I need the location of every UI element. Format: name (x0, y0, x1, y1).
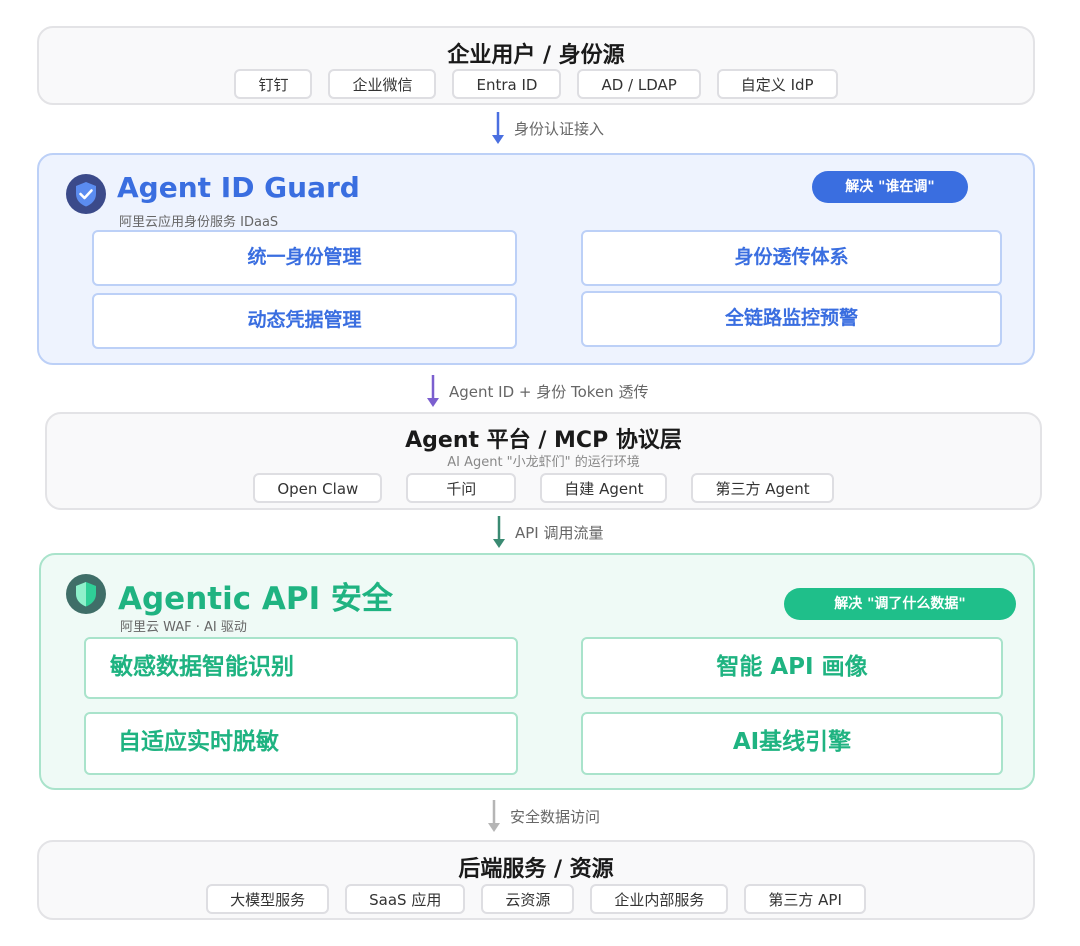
feature-unified-identity: 统一身份管理 (92, 230, 517, 286)
connector-token-label: Agent ID + 身份 Token 透传 (449, 382, 649, 401)
feature-sensitive-data-detection: 敏感数据智能识别 (84, 637, 518, 699)
feature-full-chain-monitoring: 全链路监控预警 (581, 291, 1002, 347)
agent-id-guard-title: Agent ID Guard (117, 171, 360, 204)
chip-saas-app: SaaS 应用 (345, 884, 466, 914)
feature-smart-api-profile: 智能 API 画像 (581, 637, 1003, 699)
connector-secure-access: 安全数据访问 (486, 799, 600, 833)
agentic-api-security-title: Agentic API 安全 (118, 581, 393, 617)
chip-llm-service: 大模型服务 (206, 884, 330, 914)
agentic-api-security-subtitle: 阿里云 WAF · AI 驱动 (120, 620, 247, 635)
chip-open-claw: Open Claw (253, 473, 383, 503)
arrow-down-icon (493, 516, 505, 548)
chip-entra-id: Entra ID (452, 69, 562, 99)
feature-adaptive-masking: 自适应实时脱敏 (84, 712, 518, 775)
agent-id-guard-panel: Agent ID Guard 阿里云应用身份服务 IDaaS 解决 "谁在调" … (37, 153, 1035, 365)
chip-wecom: 企业微信 (328, 69, 437, 99)
chip-third-party-api: 第三方 API (744, 884, 866, 914)
chip-third-party-agent: 第三方 Agent (691, 473, 834, 503)
feature-dynamic-credentials: 动态凭据管理 (92, 293, 517, 349)
backend-services-title: 后端服务 / 资源 (458, 857, 614, 882)
chip-self-built-agent: 自建 Agent (540, 473, 668, 503)
backend-services-panel: 后端服务 / 资源 大模型服务 SaaS 应用 云资源 企业内部服务 第三方 A… (37, 840, 1035, 920)
arrow-down-icon (492, 112, 504, 144)
api-security-badge: 解决 "调了什么数据" (784, 588, 1016, 620)
feature-identity-passthrough: 身份透传体系 (581, 230, 1002, 286)
chip-qianwen: 千问 (406, 473, 517, 503)
chip-ad-ldap: AD / LDAP (577, 69, 701, 99)
guard-badge: 解决 "谁在调" (812, 171, 968, 203)
arrow-down-icon (488, 800, 500, 832)
agent-platform-title: Agent 平台 / MCP 协议层 (405, 428, 682, 453)
arrow-down-icon (427, 375, 439, 407)
agent-platform-subtitle: AI Agent "小龙虾们" 的运行环境 (447, 455, 640, 470)
agent-id-guard-subtitle: 阿里云应用身份服务 IDaaS (119, 215, 279, 230)
identity-source-panel: 企业用户 / 身份源 钉钉 企业微信 Entra ID AD / LDAP 自定… (37, 26, 1035, 105)
agent-platform-panel: Agent 平台 / MCP 协议层 AI Agent "小龙虾们" 的运行环境… (45, 412, 1042, 510)
shield-half-icon (66, 574, 106, 614)
connector-auth: 身份认证接入 (490, 111, 604, 145)
connector-auth-label: 身份认证接入 (514, 119, 605, 138)
chip-dingtalk: 钉钉 (234, 69, 313, 99)
connector-token: Agent ID + 身份 Token 透传 (425, 374, 648, 408)
feature-ai-baseline-engine: AI基线引擎 (581, 712, 1003, 775)
connector-secure-access-label: 安全数据访问 (510, 807, 601, 826)
chip-custom-idp: 自定义 IdP (716, 69, 838, 99)
chip-cloud-resources: 云资源 (481, 884, 575, 914)
shield-check-icon (66, 174, 106, 214)
connector-api-traffic: API 调用流量 (491, 515, 604, 549)
connector-api-traffic-label: API 调用流量 (515, 523, 604, 542)
chip-internal-services: 企业内部服务 (590, 884, 729, 914)
agentic-api-security-panel: Agentic API 安全 阿里云 WAF · AI 驱动 解决 "调了什么数… (39, 553, 1035, 790)
identity-source-title: 企业用户 / 身份源 (447, 43, 625, 68)
